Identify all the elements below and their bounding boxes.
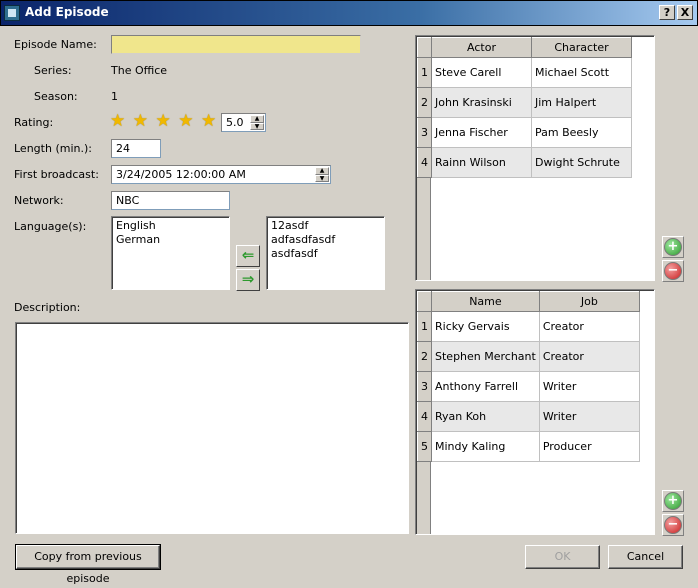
help-button[interactable]: ?	[659, 5, 675, 20]
episode-name-label: Episode Name:	[14, 38, 97, 51]
table-cell[interactable]: Creator	[539, 311, 640, 342]
column-header-job[interactable]: Job	[538, 291, 640, 312]
series-value: The Office	[111, 64, 168, 77]
table-cell[interactable]: Writer	[539, 371, 640, 402]
table-cell[interactable]: Ryan Koh	[431, 401, 540, 432]
row-header[interactable]: 3	[417, 371, 432, 402]
row-header[interactable]: 4	[417, 147, 432, 178]
selected-languages-list[interactable]: English German	[111, 216, 230, 290]
corner-cell	[417, 291, 432, 312]
table-cell[interactable]: Creator	[539, 341, 640, 372]
star-icon[interactable]: ★	[178, 111, 193, 131]
cancel-button[interactable]: Cancel	[608, 545, 683, 569]
language-label: Language(s):	[14, 220, 87, 233]
broadcast-datetime[interactable]: 3/24/2005 12:00:00 AM ▲ ▼	[111, 165, 331, 184]
cast-table[interactable]: Actor Character 1 Steve Carell Michael S…	[415, 35, 655, 281]
row-header[interactable]: 4	[417, 401, 432, 432]
ok-button[interactable]: OK	[525, 545, 600, 569]
broadcast-label: First broadcast:	[14, 168, 99, 181]
star-icon[interactable]: ★	[110, 111, 125, 131]
list-item[interactable]: English	[116, 219, 225, 233]
table-cell[interactable]: Jim Halpert	[531, 87, 632, 118]
table-row[interactable]: 4 Rainn Wilson Dwight Schrute	[417, 147, 632, 178]
arrow-left-icon: ⇐	[241, 246, 255, 264]
cast-grid[interactable]: Actor Character 1 Steve Carell Michael S…	[417, 37, 632, 178]
table-row[interactable]: 3 Anthony Farrell Writer	[417, 371, 640, 402]
table-cell[interactable]: Michael Scott	[531, 57, 632, 88]
arrow-right-icon: ⇒	[241, 270, 255, 288]
season-label: Season:	[34, 90, 78, 103]
table-cell[interactable]: Producer	[539, 431, 640, 462]
table-row[interactable]: 1 Ricky Gervais Creator	[417, 311, 640, 342]
crew-table[interactable]: Name Job 1 Ricky Gervais Creator 2 Steph…	[415, 289, 655, 535]
description-textarea[interactable]	[15, 322, 409, 534]
table-row[interactable]: 1 Steve Carell Michael Scott	[417, 57, 632, 88]
list-item[interactable]: adfasdfasdf	[271, 233, 380, 247]
row-header[interactable]: 1	[417, 311, 432, 342]
crew-grid[interactable]: Name Job 1 Ricky Gervais Creator 2 Steph…	[417, 291, 640, 462]
series-label: Series:	[34, 64, 72, 77]
plus-icon: +	[664, 238, 682, 256]
app-icon	[4, 5, 20, 21]
table-cell[interactable]: Writer	[539, 401, 640, 432]
star-icon[interactable]: ★	[201, 111, 216, 131]
remove-crew-button[interactable]: −	[662, 514, 684, 536]
description-label: Description:	[14, 301, 81, 314]
row-header[interactable]: 2	[417, 341, 432, 372]
rating-spinbox[interactable]: 5.0 ▲ ▼	[221, 113, 266, 132]
available-languages-list[interactable]: 12asdf adfasdfasdf asdfasdf	[266, 216, 385, 290]
table-row[interactable]: 2 John Krasinski Jim Halpert	[417, 87, 632, 118]
plus-icon: +	[664, 492, 682, 510]
list-item[interactable]: asdfasdf	[271, 247, 380, 261]
season-value: 1	[111, 90, 118, 103]
table-cell[interactable]: Mindy Kaling	[431, 431, 540, 462]
table-row[interactable]: 5 Mindy Kaling Producer	[417, 431, 640, 462]
broadcast-value: 3/24/2005 12:00:00 AM	[116, 168, 246, 181]
list-item[interactable]: 12asdf	[271, 219, 380, 233]
table-row[interactable]: 2 Stephen Merchant Creator	[417, 341, 640, 372]
table-cell[interactable]: Pam Beesly	[531, 117, 632, 148]
rating-label: Rating:	[14, 116, 54, 129]
star-icon[interactable]: ★	[156, 111, 171, 131]
list-item[interactable]: German	[116, 233, 225, 247]
column-header-character[interactable]: Character	[531, 37, 632, 58]
row-header[interactable]: 1	[417, 57, 432, 88]
length-label: Length (min.):	[14, 142, 92, 155]
move-right-button[interactable]: ⇒	[236, 269, 260, 291]
corner-cell	[417, 37, 432, 58]
row-header[interactable]: 5	[417, 431, 432, 462]
broadcast-spin-arrows[interactable]: ▲ ▼	[315, 167, 329, 182]
table-cell[interactable]: Steve Carell	[431, 57, 532, 88]
row-header[interactable]: 2	[417, 87, 432, 118]
rating-value: 5.0	[226, 116, 244, 129]
copy-previous-button[interactable]: Copy from previous episode	[15, 544, 161, 585]
table-row[interactable]: 4 Ryan Koh Writer	[417, 401, 640, 432]
table-row[interactable]: 3 Jenna Fischer Pam Beesly	[417, 117, 632, 148]
table-cell[interactable]: Ricky Gervais	[431, 311, 540, 342]
network-label: Network:	[14, 194, 64, 207]
table-cell[interactable]: Dwight Schrute	[531, 147, 632, 178]
table-cell[interactable]: Stephen Merchant	[431, 341, 540, 372]
table-cell[interactable]: Anthony Farrell	[431, 371, 540, 402]
remove-cast-button[interactable]: −	[662, 260, 684, 282]
rating-spin-arrows[interactable]: ▲ ▼	[250, 115, 264, 130]
table-cell[interactable]: Jenna Fischer	[431, 117, 532, 148]
table-cell[interactable]: John Krasinski	[431, 87, 532, 118]
length-input[interactable]: 24	[111, 139, 161, 158]
star-icon[interactable]: ★	[133, 111, 148, 131]
episode-name-input[interactable]	[111, 35, 361, 54]
table-cell[interactable]: Rainn Wilson	[431, 147, 532, 178]
row-header[interactable]: 3	[417, 117, 432, 148]
minus-icon: −	[664, 262, 682, 280]
window-title: Add Episode	[25, 5, 109, 19]
minus-icon: −	[664, 516, 682, 534]
add-cast-button[interactable]: +	[662, 236, 684, 258]
move-left-button[interactable]: ⇐	[236, 245, 260, 267]
add-crew-button[interactable]: +	[662, 490, 684, 512]
column-header-actor[interactable]: Actor	[431, 37, 532, 58]
rating-stars[interactable]: ★ ★ ★ ★ ★	[110, 113, 216, 130]
close-button[interactable]: X	[677, 5, 693, 20]
column-header-name[interactable]: Name	[431, 291, 540, 312]
network-input[interactable]: NBC	[111, 191, 230, 210]
